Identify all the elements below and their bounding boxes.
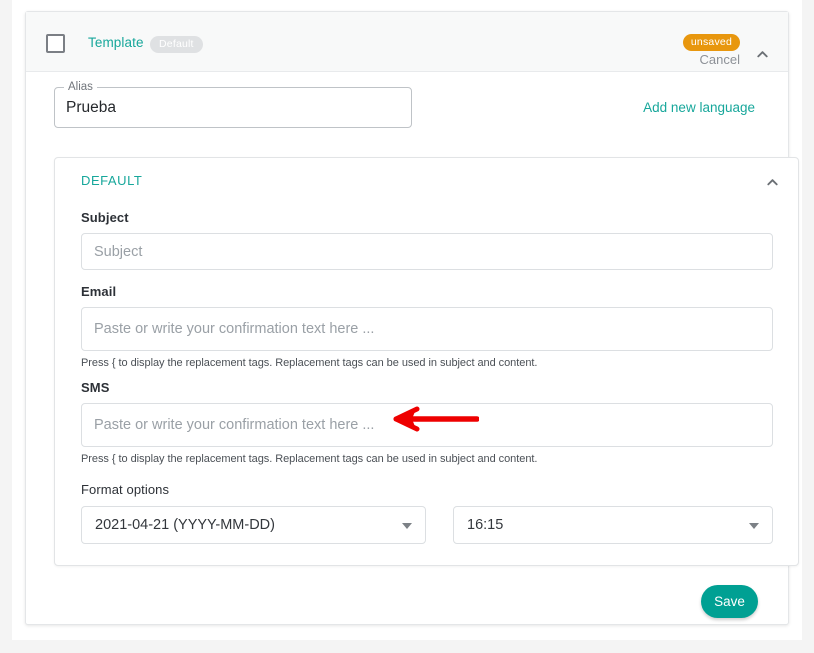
- time-format-value: 16:15: [467, 517, 504, 533]
- time-format-select[interactable]: 16:15: [453, 506, 773, 544]
- sms-placeholder: Paste or write your confirmation text he…: [94, 417, 375, 433]
- template-title: Template: [88, 35, 144, 50]
- chevron-down-icon: [402, 523, 412, 529]
- sms-helper-text: Press { to display the replacement tags.…: [81, 453, 538, 465]
- cancel-button[interactable]: Cancel: [700, 52, 740, 67]
- chevron-down-icon: [749, 523, 759, 529]
- chevron-up-icon[interactable]: [765, 175, 780, 190]
- default-badge: Default: [150, 36, 203, 53]
- template-card: Template Default unsaved Cancel Alias Pr…: [25, 11, 799, 625]
- alias-label: Alias: [64, 81, 97, 93]
- email-label: Email: [81, 284, 117, 299]
- unsaved-badge: unsaved: [682, 34, 740, 51]
- default-language-panel: DEFAULT Subject Subject Email Paste or w: [54, 157, 799, 566]
- chevron-up-icon[interactable]: [755, 47, 770, 62]
- sms-field-block: SMS Paste or write your confirmation tex…: [81, 380, 773, 465]
- sms-label: SMS: [81, 380, 110, 395]
- subject-field-block: Subject Subject: [81, 210, 773, 270]
- date-format-select[interactable]: 2021-04-21 (YYYY-MM-DD): [81, 506, 426, 544]
- alias-row: Alias Prueba Add new language: [26, 72, 788, 140]
- add-new-language-link[interactable]: Add new language: [643, 100, 755, 115]
- date-format-value: 2021-04-21 (YYYY-MM-DD): [95, 517, 275, 533]
- subject-placeholder: Subject: [94, 243, 143, 260]
- format-options-label: Format options: [81, 482, 170, 497]
- default-section-header: DEFAULT: [55, 158, 798, 204]
- template-select-checkbox[interactable]: [46, 34, 65, 53]
- section-title-default: DEFAULT: [81, 173, 143, 188]
- alias-input-value: Prueba: [66, 99, 116, 116]
- subject-label: Subject: [81, 210, 129, 225]
- page-card: Template Default unsaved Cancel Alias Pr…: [12, 0, 802, 640]
- sms-input[interactable]: Paste or write your confirmation text he…: [81, 403, 773, 447]
- email-placeholder: Paste or write your confirmation text he…: [94, 321, 375, 337]
- subject-input[interactable]: Subject: [81, 233, 773, 270]
- template-header: Template Default unsaved Cancel: [26, 12, 788, 72]
- email-field-block: Email Paste or write your confirmation t…: [81, 284, 773, 369]
- save-button[interactable]: Save: [701, 585, 758, 618]
- email-input[interactable]: Paste or write your confirmation text he…: [81, 307, 773, 351]
- email-helper-text: Press { to display the replacement tags.…: [81, 357, 538, 369]
